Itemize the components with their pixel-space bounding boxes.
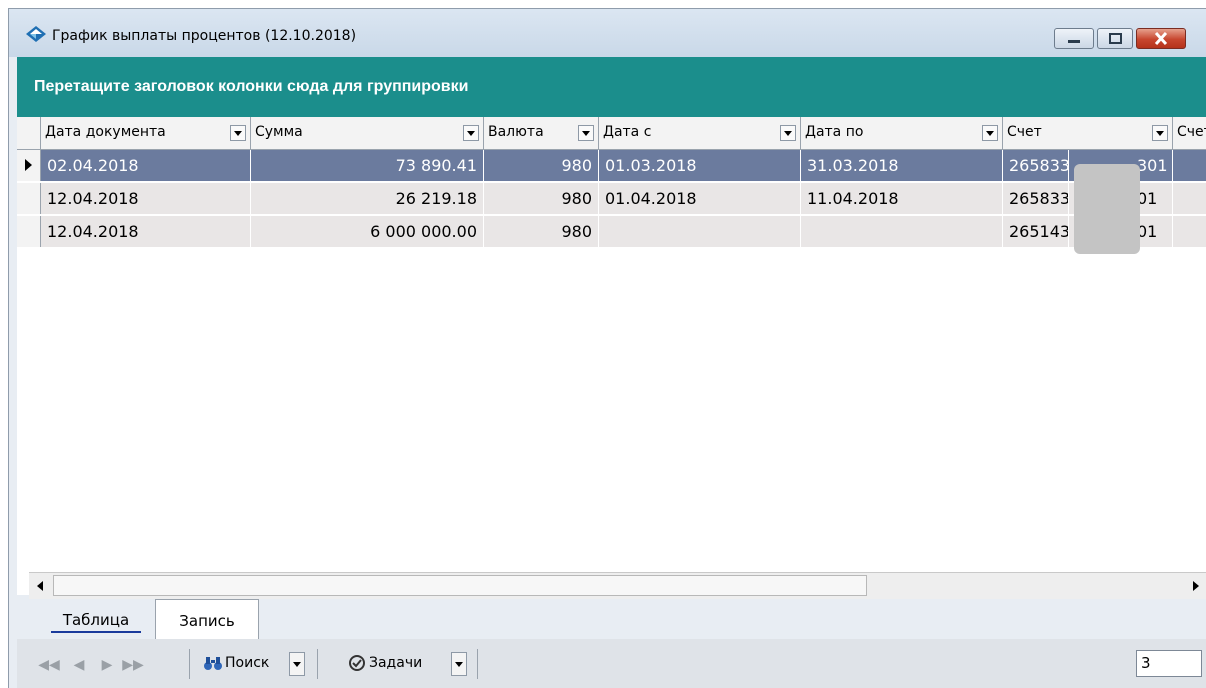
cell-currency[interactable]: 980 [484, 183, 599, 214]
column-filter-dropdown[interactable] [1152, 125, 1168, 141]
search-label: Поиск [225, 655, 270, 671]
table-row[interactable]: 12.04.2018 26 219.18 980 01.04.2018 11.0… [17, 183, 1206, 215]
first-record-icon[interactable]: ◀◀ [37, 656, 61, 672]
cell-account-start[interactable]: 265833 [1003, 183, 1069, 214]
column-header-label: Дата документа [45, 124, 166, 140]
window-title: График выплаты процентов (12.10.2018) [52, 28, 357, 44]
table-row[interactable]: 02.04.2018 73 890.41 980 01.03.2018 31.0… [17, 150, 1206, 182]
cell-currency[interactable]: 980 [484, 216, 599, 247]
column-header-account-2[interactable]: Счет [1173, 117, 1206, 149]
app-logo-icon [26, 26, 46, 42]
column-header-label: Валюта [488, 124, 544, 140]
tasks-button[interactable]: Задачи [347, 652, 447, 676]
column-filter-dropdown[interactable] [578, 125, 594, 141]
previous-record-icon[interactable]: ◀ [67, 656, 91, 672]
data-grid: Дата документа Сумма Валюта Дата с Дата … [17, 117, 1206, 595]
maximize-button[interactable] [1097, 28, 1133, 49]
cell-date-to[interactable]: 31.03.2018 [801, 150, 1003, 181]
bottom-toolbar: ◀◀ ◀ ▶ ▶▶ Поиск Задачи 3 [17, 639, 1206, 688]
scrollbar-thumb[interactable] [53, 575, 867, 596]
column-filter-dropdown[interactable] [463, 125, 479, 141]
cell-sum[interactable]: 73 890.41 [251, 150, 484, 181]
cell-date-from[interactable]: 01.03.2018 [599, 150, 801, 181]
cell-account-start[interactable]: 265143 [1003, 216, 1069, 247]
column-filter-dropdown[interactable] [780, 125, 796, 141]
tasks-label: Задачи [369, 655, 423, 671]
row-indicator[interactable] [17, 216, 41, 247]
column-header-label: Сумма [255, 124, 303, 140]
column-header-account[interactable]: Счет [1003, 117, 1173, 149]
column-header-date-doc[interactable]: Дата документа [41, 117, 251, 149]
title-bar[interactable]: График выплаты процентов (12.10.2018) [9, 9, 1206, 57]
scroll-left-arrow-icon[interactable] [29, 573, 51, 599]
minimize-button[interactable] [1054, 28, 1094, 49]
column-header-sum[interactable]: Сумма [251, 117, 484, 149]
column-filter-dropdown[interactable] [230, 125, 246, 141]
row-indicator[interactable] [17, 183, 41, 214]
column-header-label: Дата по [805, 124, 864, 140]
column-filter-dropdown[interactable] [982, 125, 998, 141]
binoculars-icon [204, 657, 222, 670]
column-header-label: Счет [1177, 124, 1206, 140]
cell-sum[interactable]: 26 219.18 [251, 183, 484, 214]
cell-account-start[interactable]: 265833 [1003, 150, 1069, 181]
cell-date-doc[interactable]: 12.04.2018 [41, 216, 251, 247]
cell-date-from[interactable] [599, 216, 801, 247]
next-record-icon[interactable]: ▶ [95, 656, 119, 672]
toolbar-separator [477, 649, 478, 679]
cell-date-to[interactable] [801, 216, 1003, 247]
scroll-right-arrow-icon[interactable] [1185, 573, 1206, 599]
column-header-date-from[interactable]: Дата с [599, 117, 801, 149]
group-by-hint: Перетащите заголовок колонки сюда для гр… [34, 78, 469, 95]
cell-sum[interactable]: 6 000 000.00 [251, 216, 484, 247]
maximize-icon [1109, 33, 1122, 44]
row-indicator[interactable] [17, 150, 41, 181]
toolbar-separator [317, 649, 318, 679]
minimize-icon [1068, 40, 1080, 43]
column-header-currency[interactable]: Валюта [484, 117, 599, 149]
tab-record[interactable]: Запись [155, 599, 259, 639]
column-header-label: Счет [1007, 124, 1042, 140]
cell-date-to[interactable]: 11.04.2018 [801, 183, 1003, 214]
toolbar-separator [189, 649, 190, 679]
cell-date-from[interactable]: 01.04.2018 [599, 183, 801, 214]
cell-account-2[interactable] [1173, 150, 1206, 181]
close-icon [1154, 31, 1168, 46]
grid-header: Дата документа Сумма Валюта Дата с Дата … [17, 117, 1206, 150]
column-header-date-to[interactable]: Дата по [801, 117, 1003, 149]
search-dropdown-button[interactable] [289, 652, 305, 676]
redaction-overlay [1074, 164, 1140, 254]
search-button[interactable]: Поиск [203, 652, 283, 676]
close-button[interactable] [1136, 28, 1186, 49]
horizontal-scrollbar[interactable] [29, 572, 1206, 599]
cell-account-2[interactable] [1173, 216, 1206, 247]
cell-date-doc[interactable]: 02.04.2018 [41, 150, 251, 181]
last-record-icon[interactable]: ▶▶ [121, 656, 145, 672]
tab-label: Запись [179, 612, 235, 630]
cell-account-2[interactable] [1173, 183, 1206, 214]
cell-date-doc[interactable]: 12.04.2018 [41, 183, 251, 214]
app-window: График выплаты процентов (12.10.2018) Пе… [8, 8, 1206, 688]
table-row[interactable]: 12.04.2018 6 000 000.00 980 265143 01 [17, 216, 1206, 248]
tasks-dropdown-button[interactable] [451, 652, 467, 676]
view-tabs: Таблица Запись [17, 599, 1206, 639]
header-indicator-cell [17, 117, 41, 149]
record-count-field[interactable]: 3 [1136, 650, 1202, 677]
tasks-icon [349, 655, 365, 671]
tab-table[interactable]: Таблица [37, 599, 155, 639]
column-header-label: Дата с [603, 124, 652, 140]
cell-currency[interactable]: 980 [484, 150, 599, 181]
tab-label: Таблица [51, 611, 141, 633]
group-by-panel[interactable]: Перетащите заголовок колонки сюда для гр… [17, 57, 1206, 117]
